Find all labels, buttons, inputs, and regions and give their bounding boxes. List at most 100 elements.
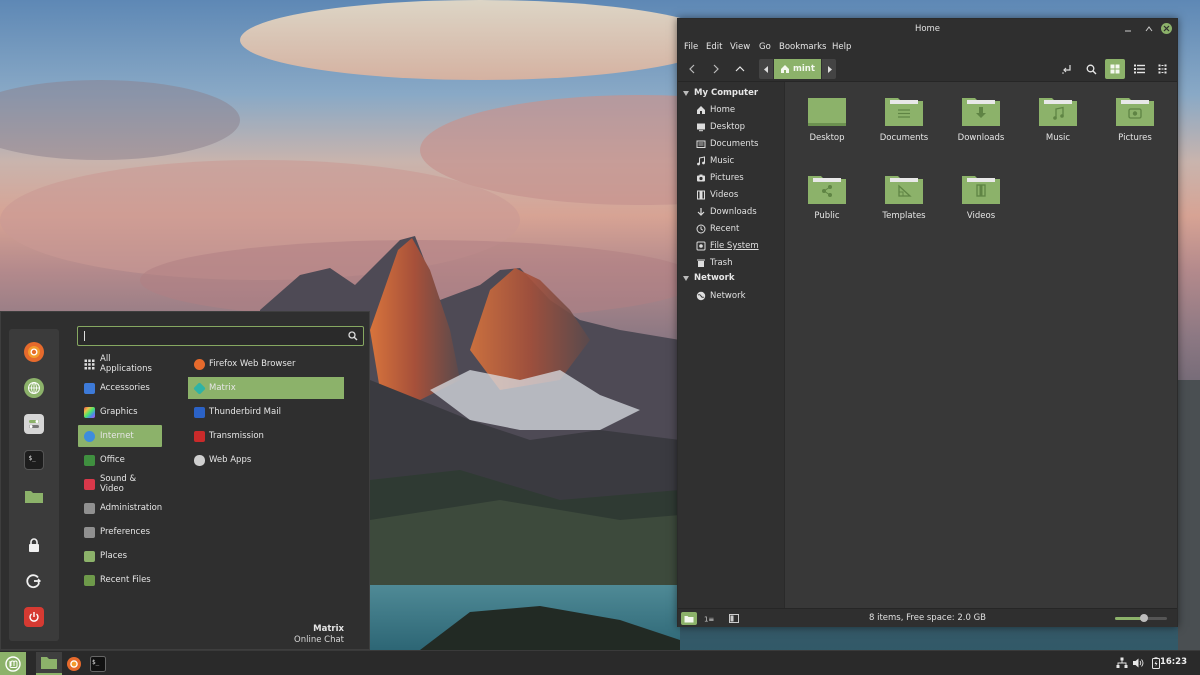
graphics-icon (84, 406, 95, 418)
category-internet[interactable]: Internet (78, 425, 162, 447)
category-graphics[interactable]: Graphics (78, 401, 162, 423)
sidebar-item-file-system[interactable]: File System (696, 239, 759, 253)
folder-videos[interactable]: Videos (949, 174, 1013, 240)
web-browser-icon[interactable] (24, 378, 44, 398)
category-accessories[interactable]: Accessories (78, 377, 162, 399)
sidebar-item-documents[interactable]: Documents (696, 137, 758, 151)
sidebar-item-recent[interactable]: Recent (696, 222, 739, 236)
menu-go[interactable]: Go (759, 42, 771, 52)
breadcrumb-home[interactable]: mint (774, 59, 821, 79)
folder-pictures[interactable]: Pictures (1103, 96, 1167, 162)
app-thunderbird-mail[interactable]: Thunderbird Mail (188, 401, 344, 423)
category-places[interactable]: Places (78, 545, 162, 567)
sidebar-item-music[interactable]: Music (696, 154, 734, 168)
sidebar-item-downloads[interactable]: Downloads (696, 205, 757, 219)
search-icon[interactable] (348, 331, 358, 344)
volume-icon[interactable] (1132, 657, 1144, 669)
mint-menu-button[interactable] (0, 652, 26, 675)
window-title: Home (678, 19, 1177, 39)
file-view: Desktop Documents Downloads Music Pictur… (786, 82, 1177, 608)
zoom-slider[interactable] (1115, 614, 1167, 622)
sidebar-item-label: Downloads (710, 207, 757, 217)
transmission-icon (194, 430, 205, 442)
files-launcher[interactable] (36, 652, 62, 675)
folder-label: Documents (879, 133, 929, 143)
compact-view-button[interactable] (1153, 59, 1173, 79)
close-button[interactable] (1161, 23, 1172, 34)
category-administration[interactable]: Administration (78, 497, 162, 519)
sidebar-item-desktop[interactable]: Desktop (696, 120, 745, 134)
firefox-icon[interactable] (24, 342, 44, 362)
folder-desktop-icon (808, 98, 846, 126)
breadcrumb-right-arrow[interactable] (822, 59, 836, 79)
icon-view-button[interactable] (1105, 59, 1125, 79)
sidebar-section-my-computer[interactable]: My Computer (683, 88, 758, 98)
sidebar-item-label: Pictures (710, 173, 744, 183)
sidebar-item-videos[interactable]: Videos (696, 188, 738, 202)
lock-icon[interactable] (24, 535, 44, 555)
category-all-applications[interactable]: All Applications (78, 353, 162, 375)
menu-file[interactable]: File (684, 42, 698, 52)
settings-icon[interactable] (24, 414, 44, 434)
folder-templates[interactable]: Templates (872, 174, 936, 240)
sidebar-item-label: Videos (710, 190, 739, 200)
forward-button[interactable] (707, 61, 725, 77)
firefox-launcher[interactable] (64, 652, 84, 675)
logout-icon[interactable] (24, 571, 44, 591)
zoom-slider-handle[interactable] (1139, 614, 1148, 622)
folder-documents-icon (885, 98, 923, 126)
folder-icon[interactable] (24, 486, 44, 506)
app-web-apps[interactable]: Web Apps (188, 449, 344, 471)
menu-search-field[interactable] (77, 326, 364, 346)
menu-edit[interactable]: Edit (706, 42, 722, 52)
search-button[interactable] (1081, 59, 1101, 79)
folder-documents[interactable]: Documents (872, 96, 936, 162)
app-description-subtitle: Online Chat (294, 635, 344, 645)
category-office[interactable]: Office (78, 449, 162, 471)
category-sound-video[interactable]: Sound & Video (78, 473, 162, 495)
mint-menu-icon (5, 655, 21, 672)
folder-public[interactable]: Public (795, 174, 859, 240)
back-button[interactable] (683, 61, 701, 77)
breadcrumb-left-arrow[interactable] (759, 59, 773, 79)
sidebar-item-network[interactable]: Network (696, 289, 746, 303)
menu-view[interactable]: View (730, 42, 750, 52)
menu-bookmarks[interactable]: Bookmarks (779, 42, 827, 52)
folder-desktop[interactable]: Desktop (795, 96, 859, 162)
clock[interactable]: 16:23 (1160, 657, 1187, 667)
terminal-launcher[interactable]: $_ (88, 652, 108, 675)
category-preferences[interactable]: Preferences (78, 521, 162, 543)
sidebar-section-network[interactable]: Network (683, 273, 734, 283)
terminal-icon[interactable]: $_ (24, 450, 44, 470)
network-icon[interactable] (1116, 657, 1128, 669)
app-description-title: Matrix (313, 624, 344, 634)
power-icon[interactable] (24, 607, 44, 627)
web-apps-icon (194, 454, 205, 466)
sidebar-item-trash[interactable]: Trash (696, 256, 732, 270)
up-button[interactable] (731, 61, 749, 77)
toggle-location-button[interactable] (1057, 59, 1077, 79)
sidebar-item-pictures[interactable]: Pictures (696, 171, 744, 185)
app-matrix[interactable]: Matrix (188, 377, 344, 399)
category-recent-files[interactable]: Recent Files (78, 569, 162, 591)
sidebar-item-home[interactable]: Home (696, 103, 735, 117)
firefox-icon (67, 656, 81, 671)
home-icon (781, 65, 789, 73)
menu-help[interactable]: Help (832, 42, 851, 52)
places-icon (84, 550, 95, 562)
files-icon (41, 656, 57, 669)
bottom-panel: $_ 16:23 (0, 650, 1200, 675)
menu-search-input[interactable] (84, 329, 334, 343)
maximize-button[interactable] (1143, 23, 1154, 34)
pictures-icon (696, 173, 706, 183)
folder-music[interactable]: Music (1026, 96, 1090, 162)
app-transmission[interactable]: Transmission (188, 425, 344, 447)
app-firefox-web-browser[interactable]: Firefox Web Browser (188, 353, 344, 375)
sidebar-item-label: Home (710, 105, 736, 115)
minimize-button[interactable] (1122, 23, 1133, 34)
list-view-button[interactable] (1129, 59, 1149, 79)
folder-downloads[interactable]: Downloads (949, 96, 1013, 162)
matrix-icon (193, 381, 206, 395)
breadcrumb-label: mint (793, 64, 815, 74)
music-icon (696, 156, 706, 166)
